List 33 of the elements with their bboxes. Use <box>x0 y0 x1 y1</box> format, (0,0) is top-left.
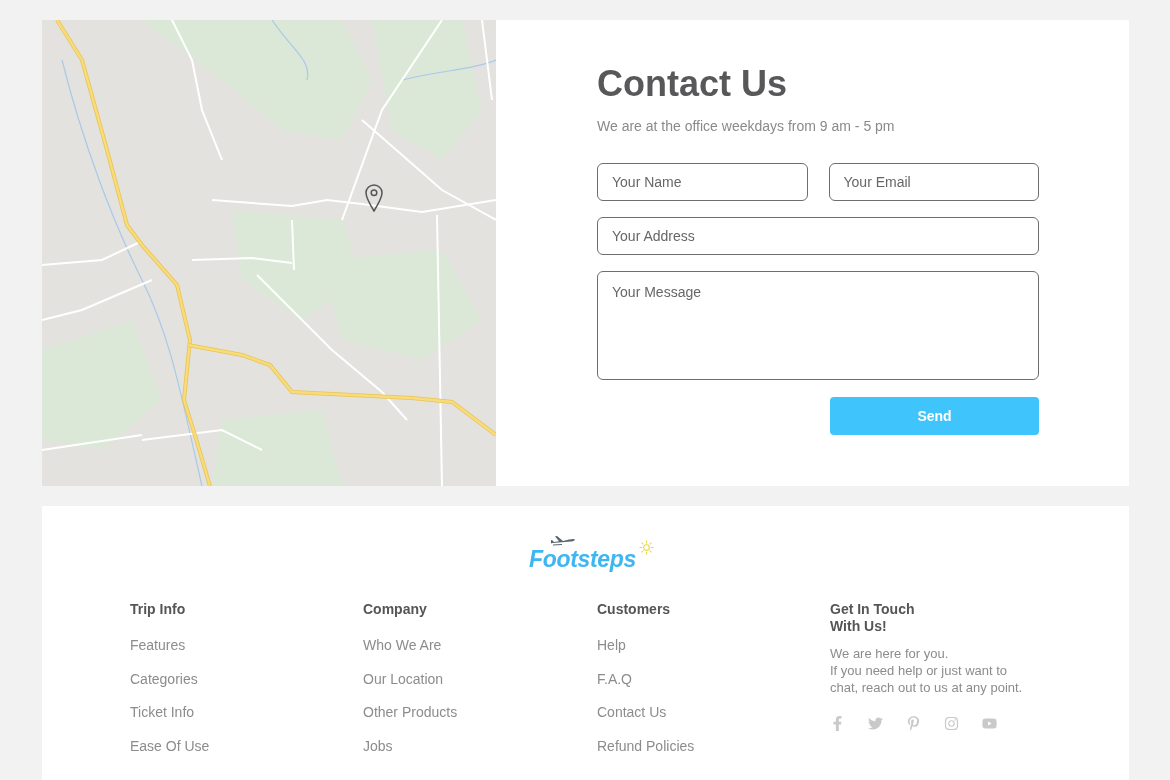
youtube-icon[interactable] <box>982 716 997 731</box>
footer-logo: Footsteps <box>528 546 638 572</box>
contact-title: Contact Us <box>597 62 788 106</box>
footer-column-heading: Company <box>363 601 427 618</box>
footer-link[interactable]: Ease Of Use <box>130 737 210 755</box>
footer-link[interactable]: Refund Policies <box>597 737 695 755</box>
text-input-field[interactable]: Your Email <box>828 163 1039 201</box>
footer-column-heading: Trip Info <box>130 601 186 618</box>
facebook-icon[interactable] <box>830 716 845 731</box>
message-textarea[interactable]: Your Message <box>597 271 1039 380</box>
footer-link[interactable]: Contact Us <box>597 704 667 722</box>
footer-link[interactable]: Features <box>130 637 186 655</box>
location-pin-icon <box>365 184 383 212</box>
footer-link[interactable]: Help <box>597 637 626 655</box>
instagram-icon[interactable] <box>944 716 959 731</box>
airplane-icon <box>549 535 576 546</box>
send-button[interactable]: Send <box>830 397 1039 435</box>
footer-link[interactable]: Who We Are <box>363 637 442 655</box>
twitter-icon[interactable] <box>868 716 883 731</box>
footer-link[interactable]: Categories <box>130 670 198 688</box>
get-in-touch-heading: Get In Touch With Us! <box>830 601 916 635</box>
footer-link[interactable]: Other Products <box>363 704 458 722</box>
footer-column-heading: Customers <box>597 601 671 618</box>
text-input-field[interactable]: Your Name <box>597 163 808 201</box>
get-in-touch-text: We are here for you. If you need help or just want to chat, reach out to us at any point. <box>830 645 1024 696</box>
contact-subtitle: We are at the office weekdays from 9 am - 5 pm <box>597 117 895 136</box>
footer-link[interactable]: Jobs <box>363 737 393 755</box>
footer-link[interactable]: Our Location <box>363 670 444 688</box>
pinterest-icon[interactable] <box>906 716 921 731</box>
text-input-field[interactable]: Your Address <box>597 217 1039 255</box>
sun-icon <box>639 540 655 555</box>
footer-link[interactable]: F.A.Q <box>597 670 632 688</box>
footer-link[interactable]: Ticket Info <box>130 704 195 722</box>
